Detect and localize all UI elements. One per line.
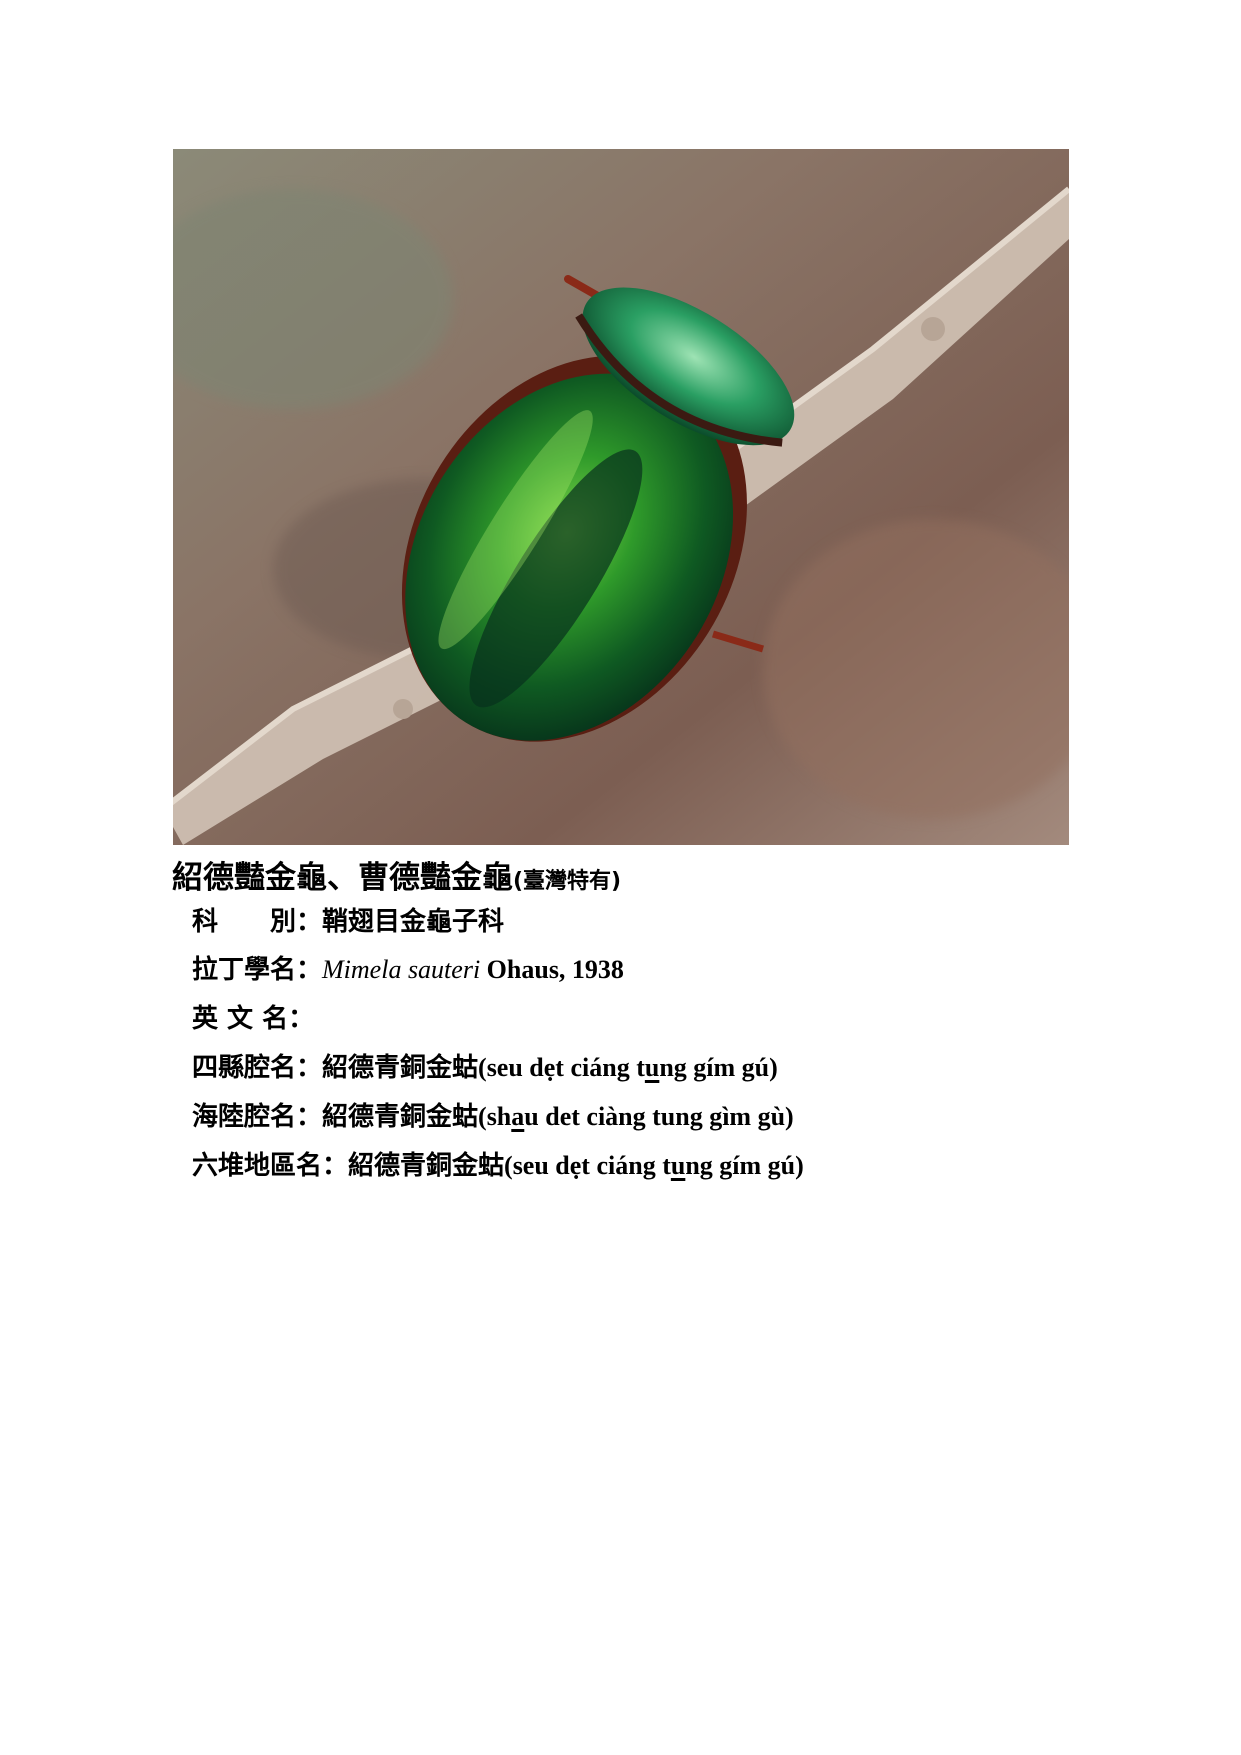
english-label: 英 文 名： [192,1004,315,1034]
sixian-rom-under: u [644,1053,660,1082]
row-hailu-name: 海陸腔名：紹德青銅金蛄(shau det ciàng tung gìm gù) [192,1101,794,1133]
family-value: 鞘翅目金龜子科 [322,907,505,937]
family-label: 科 別： [192,907,323,937]
row-family: 科 別：鞘翅目金龜子科 [192,906,504,938]
sixian-label: 四縣腔名： [192,1053,323,1083]
latin-label: 拉丁學名： [192,955,323,985]
row-latin-name: 拉丁學名：Mimela sauteri Ohaus, 1938 [192,954,624,986]
beetle-photo [173,149,1069,845]
liudui-romanization: (seu dẹt ciáng tung gím gú) [504,1151,804,1180]
hailu-label: 海陸腔名： [192,1102,323,1132]
liudui-rom-under: u [670,1151,686,1180]
sixian-romanization: (seu dẹt ciáng tung gím gú) [478,1053,778,1082]
latin-binomial: Mimela sauteri [322,955,481,984]
hailu-rom-under: a [511,1102,525,1131]
row-english-name: 英 文 名： [192,1003,314,1035]
latin-author: Ohaus, 1938 [480,955,624,984]
liudui-label: 六堆地區名： [192,1151,349,1181]
hailu-rom-post: u det ciàng tung gìm gù) [524,1102,794,1131]
hailu-han: 紹德青銅金蛄 [322,1102,479,1132]
row-liudui-name: 六堆地區名：紹德青銅金蛄(seu dẹt ciáng tung gím gú) [192,1150,804,1182]
row-sixian-name: 四縣腔名：紹德青銅金蛄(seu dẹt ciáng tung gím gú) [192,1052,778,1084]
liudui-han: 紹德青銅金蛄 [348,1151,505,1181]
title-note: (臺灣特有) [513,869,622,894]
species-title: 紹德豔金龜、曹德豔金龜(臺灣特有) [172,852,621,897]
liudui-rom-post: ng gím gú) [685,1151,804,1180]
hailu-romanization: (shau det ciàng tung gìm gù) [478,1102,794,1131]
liudui-rom-pre: (seu dẹt ciáng t [504,1151,671,1180]
sixian-han: 紹德青銅金蛄 [322,1053,479,1083]
sixian-rom-post: ng gím gú) [659,1053,778,1082]
sixian-rom-pre: (seu dẹt ciáng t [478,1053,645,1082]
hailu-rom-pre: (sh [478,1102,512,1131]
title-main: 紹德豔金龜、曹德豔金龜 [172,860,513,896]
